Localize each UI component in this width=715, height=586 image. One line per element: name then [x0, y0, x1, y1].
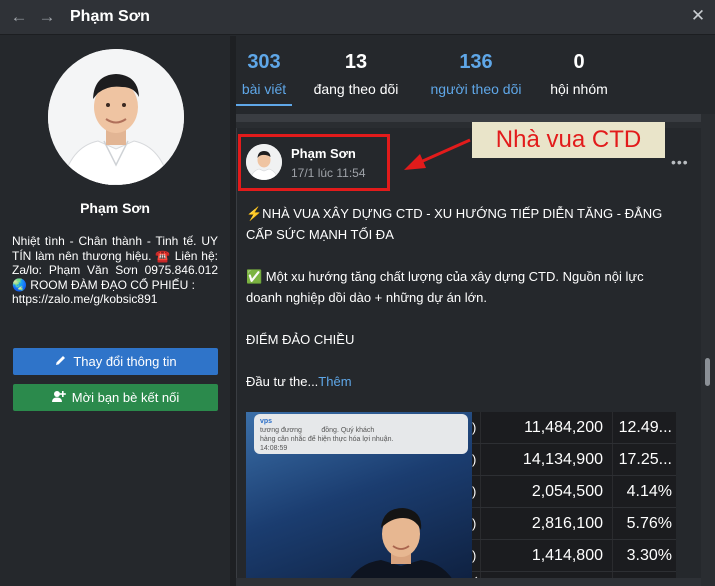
- volume-cell: 2,054,500: [480, 476, 612, 508]
- notification-time: 14:08:59: [260, 445, 288, 452]
- arrow-right-icon[interactable]: →: [37, 8, 57, 26]
- percent-cell: 17.25...: [612, 444, 676, 476]
- notification-card: vps tương đương đồng. Quý khách hàng cân…: [254, 414, 468, 454]
- stat-followers-value: 136: [459, 51, 493, 73]
- notification-brand: vps: [260, 418, 273, 425]
- profile-panel: Phạm Sơn Nhiệt tình - Chân thành - Tinh …: [0, 36, 230, 586]
- percent-cell: 4.14%: [612, 476, 676, 508]
- post-paragraph: ✅ Một xu hướng tăng chất lượng của xây d…: [246, 269, 644, 305]
- close-icon[interactable]: ✕: [690, 7, 706, 25]
- table-cell: ): [472, 412, 480, 444]
- title-bar: ← → Phạm Sơn ✕: [0, 0, 715, 35]
- bio-text: Nhiệt tình - Chân thành - Tinh tế. UY TÍ…: [12, 234, 218, 292]
- arrow-left-icon[interactable]: ←: [9, 8, 29, 26]
- post-paragraph: ĐIỂM ĐẢO CHIỀU: [246, 332, 355, 347]
- table-row: ) 2,816,100 5.76%: [472, 508, 676, 540]
- table-cell: ): [472, 508, 480, 540]
- table-cell: ): [472, 476, 480, 508]
- edit-profile-button[interactable]: Thay đổi thông tin: [13, 348, 218, 375]
- feed-divider: [236, 114, 701, 122]
- profile-bio: Nhiệt tình - Chân thành - Tinh tế. UY TÍ…: [12, 234, 218, 307]
- annotation-label: Nhà vua CTD: [472, 122, 665, 158]
- stat-posts-value: 303: [247, 51, 281, 73]
- volume-cell: 14,134,900: [480, 444, 612, 476]
- percent-cell: 5.76%: [612, 508, 676, 540]
- bio-link[interactable]: https://zalo.me/g/kobsic891: [12, 292, 218, 307]
- stat-groups-value: 0: [573, 51, 585, 73]
- scrollbar[interactable]: [701, 114, 715, 586]
- post-body: ⚡NHÀ VUA XÂY DỰNG CTD - XU HƯỚNG TIẾP DI…: [246, 203, 676, 392]
- invite-friends-label: Mời bạn bè kết nối: [71, 390, 180, 405]
- post-truncated-text: Đầu tư the...: [246, 374, 319, 389]
- post-card: Phạm Sơn 17/1 lúc 11:54 ••• ⚡NHÀ VUA XÂY…: [236, 128, 701, 586]
- stat-posts-label: bài viết: [241, 81, 287, 97]
- notification-line0: tương đương: [260, 427, 302, 434]
- add-user-icon: [51, 390, 66, 406]
- stock-table: ) 11,484,200 12.49... ) 14,134,900 17.25…: [472, 412, 676, 586]
- percent-cell: 3.30%: [612, 540, 676, 572]
- feed-bottom-bar: [236, 578, 701, 586]
- stat-following-label: đang theo dõi: [313, 81, 399, 97]
- table-cell: ): [472, 444, 480, 476]
- percent-cell: 12.49...: [612, 412, 676, 444]
- table-row: ) 14,134,900 17.25...: [472, 444, 676, 476]
- stat-posts[interactable]: 303 bài viết: [238, 50, 290, 98]
- post-image[interactable]: vps tương đương đồng. Quý khách hàng cân…: [246, 412, 676, 586]
- pencil-icon: [54, 354, 67, 370]
- invite-friends-button[interactable]: Mời bạn bè kết nối: [13, 384, 218, 411]
- highlight-box: [238, 134, 390, 191]
- annotation-arrow-icon: [404, 138, 471, 170]
- edit-profile-label: Thay đổi thông tin: [73, 354, 177, 369]
- volume-cell: 1,414,800: [480, 540, 612, 572]
- post-headline: ⚡NHÀ VUA XÂY DỰNG CTD - XU HƯỚNG TIẾP DI…: [246, 206, 663, 242]
- phone-screenshot: vps tương đương đồng. Quý khách hàng cân…: [246, 412, 472, 586]
- post-paragraph-truncated: Đầu tư the...Thêm: [246, 371, 676, 392]
- person-photo: [345, 508, 457, 586]
- table-row: ) 2,054,500 4.14%: [472, 476, 676, 508]
- stat-following[interactable]: 13 đang theo dõi: [304, 50, 408, 98]
- see-more-link[interactable]: Thêm: [318, 374, 351, 389]
- volume-cell: 2,816,100: [480, 508, 612, 540]
- table-row: ) 1,414,800 3.30%: [472, 540, 676, 572]
- stat-groups-label: hội nhóm: [550, 81, 608, 97]
- stat-followers-label: người theo dõi: [430, 81, 522, 97]
- profile-stats: 303 bài viết 13 đang theo dõi 136 người …: [236, 36, 715, 106]
- notification-line2: hàng cân nhắc để hiện thực hóa lợi nhuận…: [260, 436, 394, 443]
- profile-avatar[interactable]: [48, 49, 184, 185]
- profile-name: Phạm Sơn: [80, 200, 150, 216]
- stat-groups[interactable]: 0 hội nhóm: [542, 50, 616, 98]
- table-cell: ): [472, 540, 480, 572]
- active-tab-indicator: [236, 104, 292, 106]
- volume-cell: 11,484,200: [480, 412, 612, 444]
- notification-line1: đồng. Quý khách: [321, 427, 375, 434]
- stat-following-value: 13: [344, 51, 368, 73]
- scrollbar-thumb[interactable]: [705, 358, 710, 386]
- more-options-icon[interactable]: •••: [671, 154, 689, 170]
- window-title: Phạm Sơn: [70, 8, 150, 25]
- stat-followers[interactable]: 136 người theo dõi: [420, 50, 532, 98]
- table-row: ) 11,484,200 12.49...: [472, 412, 676, 444]
- post-feed: Phạm Sơn 17/1 lúc 11:54 ••• ⚡NHÀ VUA XÂY…: [236, 114, 701, 586]
